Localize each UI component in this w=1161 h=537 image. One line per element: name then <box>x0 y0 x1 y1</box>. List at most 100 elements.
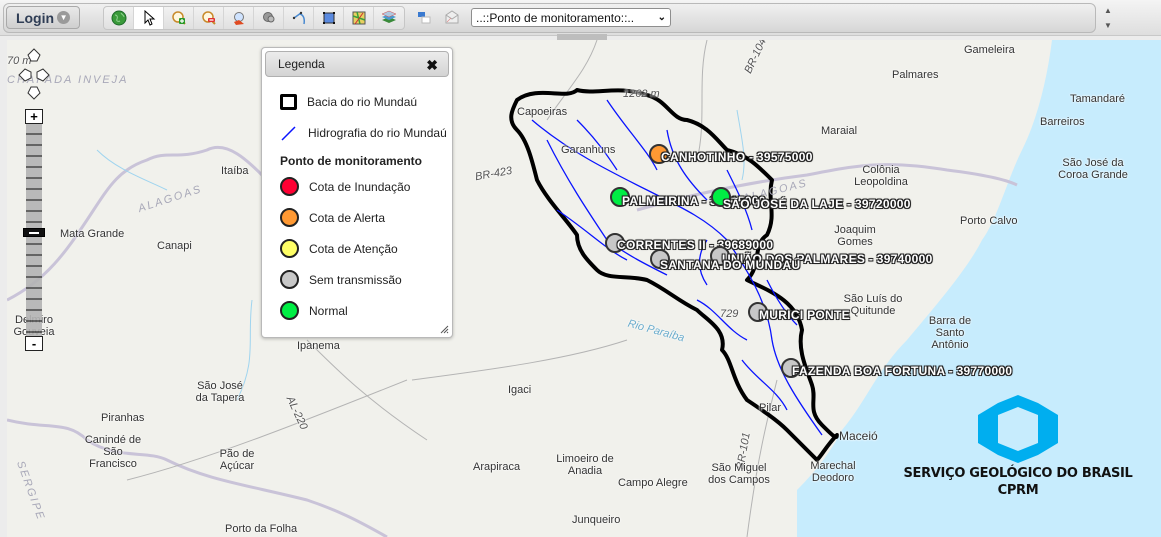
place-label: Porto Calvo <box>960 215 1018 227</box>
pan-west-icon[interactable] <box>18 68 32 82</box>
toolbar: Login ▼ ..::Ponto de monitoramento::.. ⌄… <box>0 0 1161 36</box>
toolbar-scroll[interactable]: ▲ ▼ <box>1097 3 1119 33</box>
legend-item-status: Cota de Atenção <box>280 239 398 258</box>
status-circle-icon <box>280 301 299 320</box>
identify-button[interactable] <box>224 7 254 29</box>
place-label: Pilar <box>759 402 782 414</box>
cprm-name-line2: CPRM <box>997 483 1039 498</box>
print-button[interactable] <box>413 6 435 28</box>
cprm-logo: SERVIÇO GEOLÓGICO DO BRASIL CPRM <box>898 395 1138 505</box>
station-select[interactable]: ..::Ponto de monitoramento::.. ⌄ <box>471 8 671 27</box>
windows-icon <box>418 12 431 24</box>
place-label: São José da Tapera <box>195 380 245 404</box>
zoom-in-button[interactable] <box>164 7 194 29</box>
place-label: Marechal Deodoro <box>810 460 856 484</box>
legend-item-label: Cota de Alerta <box>309 210 386 225</box>
login-button[interactable]: Login ▼ <box>6 6 80 29</box>
basemap-icon <box>352 11 365 25</box>
legend-item-label: Bacia do rio Mundaú <box>307 95 418 109</box>
place-label: Limoeiro de Anadia <box>556 453 614 477</box>
pan-east-icon[interactable] <box>36 68 50 82</box>
place-label: São Luís do Quitunde <box>843 293 903 317</box>
status-circle-icon <box>280 177 299 196</box>
place-label: São José da Coroa Grande <box>1058 157 1128 181</box>
place-label: Ipanema <box>297 340 340 352</box>
legend-item-status: Normal <box>280 301 348 320</box>
legend-item-status: Cota de Inundação <box>280 177 410 196</box>
pan-north-icon[interactable] <box>27 48 41 62</box>
legend-header[interactable]: Legenda ✖ <box>265 51 449 77</box>
measure-line-icon <box>292 11 305 25</box>
place-label: Barra de Santo Antônio <box>928 315 972 351</box>
cprm-name-line1: SERVIÇO GEOLÓGICO DO BRASIL <box>903 466 1133 481</box>
place-label: Maraial <box>821 125 858 137</box>
zoom-out-button[interactable] <box>194 7 224 29</box>
resize-handle-icon[interactable] <box>439 324 449 334</box>
legend-item-hydro: Hidrografia do rio Mundaú <box>280 124 447 142</box>
place-label: Arapiraca <box>473 461 521 473</box>
measure-area-button[interactable] <box>314 7 344 29</box>
place-label: Gameleira <box>964 44 1015 56</box>
place-label: Joaquim Gomes <box>834 224 876 248</box>
place-label: Pão de Açúcar <box>219 448 255 472</box>
basemap-button[interactable] <box>344 7 374 29</box>
layers-button[interactable] <box>374 7 404 29</box>
legend-item-basin: Bacia do rio Mundaú <box>280 94 417 110</box>
station-label: MURICI PONTE <box>759 308 850 322</box>
scroll-down-icon[interactable]: ▼ <box>1104 21 1112 30</box>
legend-item-status: Sem transmissão <box>280 270 402 289</box>
legend-title: Legenda <box>278 57 325 71</box>
legend-item-label: Cota de Inundação <box>309 179 411 194</box>
station-label: FAZENDA BOA FORTUNA - 39770000 <box>792 364 1013 378</box>
place-label: Junqueiro <box>572 514 621 526</box>
elevation-label: 1262 m <box>623 88 660 100</box>
map-canvas[interactable]: CHAPADA INVEJA ALAGOAS ALAGOAS SERGIPE 1… <box>7 40 1161 537</box>
basin-swatch-icon <box>280 94 297 110</box>
state-border <box>7 418 388 537</box>
pan-south-icon[interactable] <box>27 86 41 100</box>
email-button[interactable] <box>441 6 463 28</box>
map-tools <box>103 6 405 30</box>
measure-line-button[interactable] <box>284 7 314 29</box>
station-label: SÃO JOSÉ DA LAJE - 39720000 <box>723 197 911 211</box>
login-label: Login <box>15 9 55 26</box>
place-label: Palmares <box>892 69 939 81</box>
zoom-slider[interactable]: + - <box>23 109 45 352</box>
query-button[interactable] <box>254 7 284 29</box>
scroll-up-icon[interactable]: ▲ <box>1104 6 1112 15</box>
station-label: CORRENTES II - 39689000 <box>617 238 774 252</box>
app-window: Login ▼ ..::Ponto de monitoramento::.. ⌄… <box>0 0 1161 537</box>
status-circle-icon <box>280 208 299 227</box>
place-label: Campo Alegre <box>618 477 688 489</box>
cprm-hexagon-icon <box>978 395 1058 463</box>
select-button[interactable] <box>134 7 164 29</box>
station-label: CANHOTINHO - 39575000 <box>661 150 813 164</box>
zoom-out-icon <box>201 11 216 25</box>
zoom-in-button[interactable]: + <box>25 109 43 124</box>
full-extent-button[interactable] <box>104 7 134 29</box>
legend-subtitle: Ponto de monitoramento <box>280 154 422 168</box>
legend-item-label: Sem transmissão <box>309 272 402 287</box>
station-select-value: ..::Ponto de monitoramento::.. <box>476 10 635 25</box>
elevation-label: 729 <box>720 308 739 320</box>
chevron-down-icon: ▼ <box>57 11 71 24</box>
zoom-out-button[interactable]: - <box>25 336 43 351</box>
place-label: Piranhas <box>101 412 145 424</box>
legend-item-status: Cota de Alerta <box>280 208 385 227</box>
place-label: Canapi <box>157 240 192 252</box>
status-circle-icon <box>280 270 299 289</box>
status-circle-icon <box>280 239 299 258</box>
place-label: Porto da Folha <box>225 523 298 535</box>
close-icon[interactable]: ✖ <box>426 57 438 74</box>
zoom-handle[interactable] <box>23 228 45 237</box>
place-label: Mata Grande <box>60 228 125 240</box>
hydro-line-icon <box>281 126 296 141</box>
zoom-in-icon <box>171 11 186 25</box>
cprm-name: SERVIÇO GEOLÓGICO DO BRASIL CPRM <box>898 465 1138 499</box>
place-label: São Miguel dos Campos <box>708 462 770 486</box>
layers-icon <box>381 10 397 23</box>
place-label: Canindé de São Francisco <box>84 434 142 470</box>
place-label: Capoeiras <box>517 106 568 118</box>
measure-area-icon <box>322 12 335 24</box>
query-icon <box>262 12 274 23</box>
